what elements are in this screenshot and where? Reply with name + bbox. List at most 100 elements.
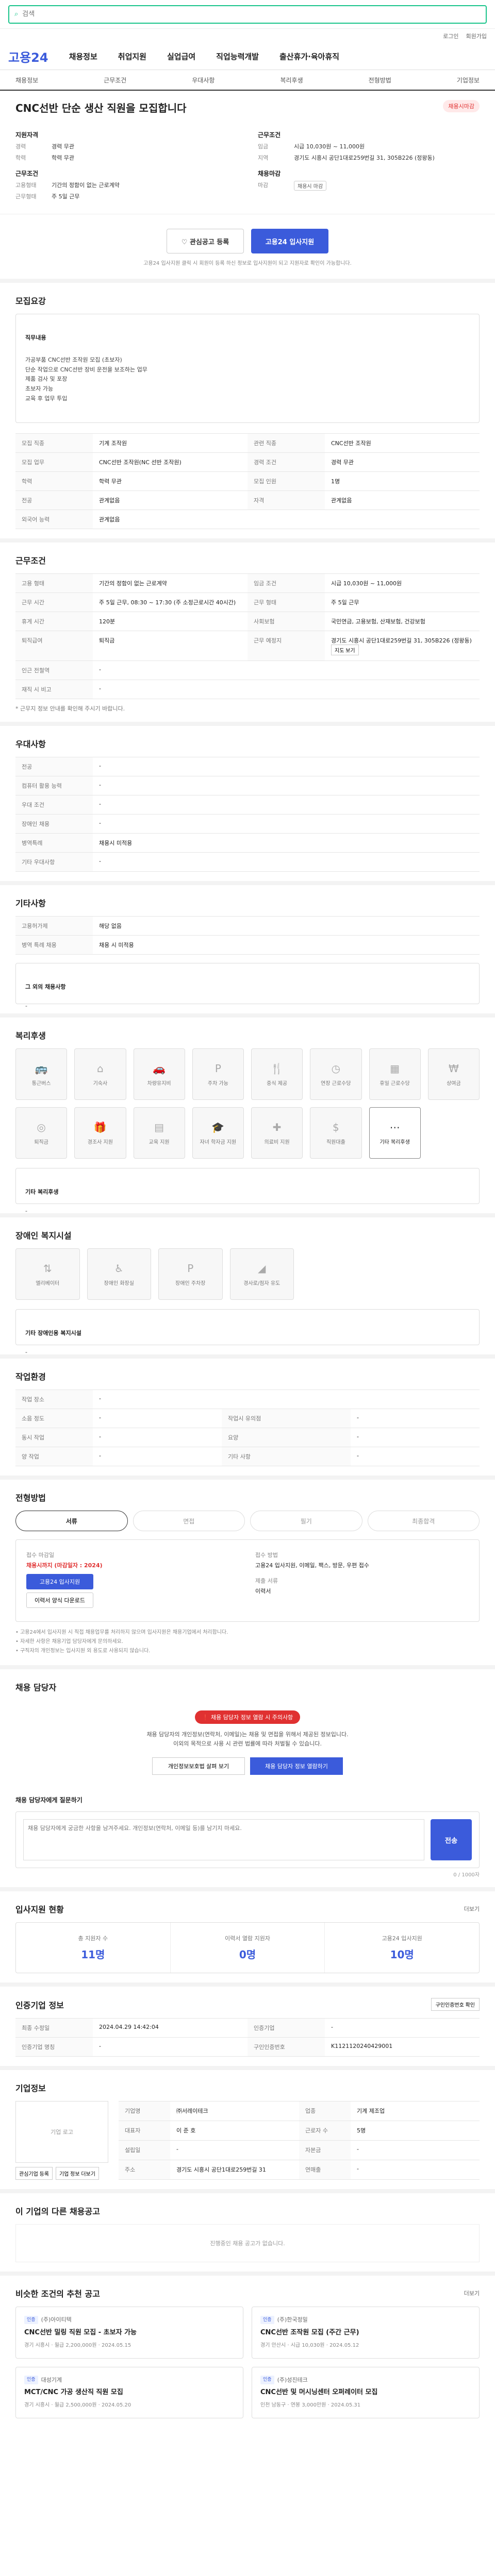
view-contact-button[interactable]: 채용 담당자 정보 열람하기 <box>250 1757 343 1775</box>
login-link[interactable]: 로그인 <box>443 32 458 40</box>
card-location: 경기 시흥시 <box>24 2402 50 2408</box>
method-value: 고용24 입사지원, 이메일, 팩스, 방문, 우편 접수 <box>255 1562 370 1569</box>
card-title: CNC선반 조작원 모집 (주간 근무) <box>260 2328 359 2336</box>
signup-link[interactable]: 회원가입 <box>466 32 487 40</box>
resume-download-button[interactable]: 이력서 양식 다운로드 <box>26 1592 93 1608</box>
search-input[interactable] <box>22 10 481 18</box>
job-card[interactable]: 인증 (주)아이티텍 CNC선반 밀링 직원 모집 - 초보자 가능 경기 시흥시… <box>15 2307 243 2359</box>
summary-row: 마감 채용시 마감 <box>258 181 480 191</box>
cell-head: 고용 형태 <box>15 573 93 594</box>
tab-benefit[interactable]: 복리후생 <box>280 76 303 84</box>
process-title: 전형방법 <box>15 1493 46 1503</box>
tab-recruit[interactable]: 채용정보 <box>15 76 38 84</box>
table-row: 주소 경기도 시흥시 공단1대로259번길 31 연매출 - <box>119 2160 480 2180</box>
cell: - <box>93 1447 222 1467</box>
card-company: (주)아이티텍 <box>41 2316 72 2324</box>
card-location: 경기 시흥시 <box>24 2342 50 2348</box>
cell: 경력 무관 <box>325 452 480 472</box>
cell: 국민연금, 고용보험, 산재보험, 건강보험 <box>325 612 480 632</box>
warning-pill-text: 채용 담당자 정보 열람 시 주의사항 <box>211 1714 293 1721</box>
gnb-menu-4[interactable]: 직업능력개발 <box>216 51 259 62</box>
facility-item: P 장애인 주차장 <box>158 1248 223 1300</box>
card-title: MCT/CNC 가공 생산직 직원 모집 <box>24 2388 123 2397</box>
facility-label: 경사로/점자 유도 <box>243 1280 280 1286</box>
card-date: 2024.05.12 <box>329 2342 359 2348</box>
search-box[interactable]: ⌕ <box>8 5 487 24</box>
step-interview: 면접 <box>133 1511 245 1532</box>
step-document: 서류 <box>15 1511 128 1532</box>
page-footer <box>0 2428 495 2459</box>
bus-icon: 🚌 <box>35 1062 48 1075</box>
benefit-item: ▦ 휴일 근로수당 <box>369 1048 421 1100</box>
gnb-menu-5[interactable]: 출산휴가·육아휴직 <box>279 51 339 62</box>
info-header: 인증기업 정보 구인인증번호 확인 <box>15 1998 480 2011</box>
cell: - <box>93 814 480 834</box>
etc-table: 고용허가제 해당 없음 병역 특례 채용 채용 시 미적용 <box>15 916 480 955</box>
toilet-icon: ♿ <box>114 1262 124 1275</box>
cell-head: 장애인 채용 <box>15 814 93 834</box>
benefit-title: 복리후생 <box>15 1031 46 1041</box>
company-more-button[interactable]: 기업 정보 더보기 <box>55 2167 99 2180</box>
benefit-grid: 🚌 통근버스 ⌂ 기숙사 🚗 차량유지비 P 주차 가능 🍴 중식 제공 ◷ 연장 근로수당… <box>15 1048 480 1159</box>
parking-icon: P <box>187 1262 194 1275</box>
card-badge: 인증 <box>260 2315 274 2325</box>
similar-title: 비슷한 조건의 추천 공고 <box>15 2289 100 2299</box>
table-row: 기업명 ㈜서레이테크 업종 기계 제조업 <box>119 2101 480 2122</box>
job-card[interactable]: 인증 (주)한국정밀 CNC선반 조작원 모집 (주간 근무) 경기 안산시 · … <box>252 2307 480 2359</box>
benefit-item: 🎁 경조사 지원 <box>74 1107 126 1159</box>
apply-button[interactable]: 고용24 입사지원 <box>251 229 328 253</box>
util-links: 로그인 회원가입 <box>0 29 495 43</box>
cell-head: 구인인증번호 <box>248 2037 325 2057</box>
tab-process[interactable]: 전형방법 <box>369 76 391 84</box>
cell-head: 사회보험 <box>248 612 325 632</box>
table-row: 전공 - <box>15 757 480 777</box>
parking-icon: P <box>214 1062 221 1075</box>
table-row: 기타 우대사항 - <box>15 852 480 872</box>
qa-submit-button[interactable]: 전송 <box>431 1819 472 1861</box>
cell: - <box>93 680 480 700</box>
tab-company[interactable]: 기업정보 <box>457 76 480 84</box>
favorite-company-button[interactable]: 관심기업 등록 <box>15 2167 53 2180</box>
cell: 5명 <box>351 2121 480 2141</box>
card-company: (주)성진테크 <box>277 2376 308 2383</box>
card-meta: 인천 남동구 · 연봉 3,000만원 · 2024.05.31 <box>260 2402 361 2408</box>
tab-prefer[interactable]: 우대사항 <box>192 76 214 84</box>
cell: 이 준 호 <box>170 2121 299 2141</box>
role-text: 가공부품 CNC선반 조작원 모집 (초보자) 단순 작업으로 CNC선반 장비… <box>25 357 147 402</box>
qa-textarea[interactable] <box>23 1819 424 1861</box>
cell-head: 업종 <box>299 2101 351 2122</box>
summary-left2-title: 근무조건 <box>15 170 39 177</box>
warning-text: 채용 담당자의 개인정보(연락처, 이메일)는 채용 및 면접을 위해서 제공된… <box>146 1731 349 1748</box>
table-row: 재직 시 비고 - <box>15 680 480 700</box>
cell: 시급 10,030원 ~ 11,000원 <box>325 573 480 594</box>
benefit-label: 경조사 지원 <box>87 1139 113 1145</box>
gnb-menu-2[interactable]: 취업지원 <box>118 51 146 62</box>
qa-counter: 0 / 1000자 <box>453 1872 480 1878</box>
gnb-menu-3[interactable]: 실업급여 <box>167 51 195 62</box>
summary-value: 경기도 시흥시 공단1대로259번길 31, 305B226 (정왕동) <box>294 155 435 161</box>
scrap-button[interactable]: ♡ 관심공고 등록 <box>167 229 244 253</box>
stats-more-link[interactable]: 더보기 <box>464 1905 480 1913</box>
similar-more-link[interactable]: 더보기 <box>464 2289 480 2297</box>
same-title: 이 기업의 다른 채용공고 <box>15 2207 100 2217</box>
apply-online-button[interactable]: 고용24 입사지원 <box>26 1573 93 1589</box>
cell-head: 재직 시 비고 <box>15 680 93 700</box>
benefit-other-box: 기타 복리후생 - <box>15 1168 480 1214</box>
site-logo[interactable]: 고용24 <box>8 47 48 65</box>
prefer-section: 우대사항 전공 - 컴퓨터 활용 능력 - 우대 조건 - 장애인 채용 - 병역특례 채… <box>0 726 495 886</box>
cell-head: 양 작업 <box>15 1447 93 1467</box>
privacy-law-button[interactable]: 개인정보보호법 살펴 보기 <box>152 1757 245 1775</box>
work-table: 고용 형태 기간의 정함이 없는 근로계약 임금 조건 시급 10,030원 ~ 11… <box>15 573 480 700</box>
cert-check-button[interactable]: 구인인증번호 확인 <box>431 1998 480 2011</box>
job-card[interactable]: 인증 대성기계 MCT/CNC 가공 생산직 직원 모집 경기 시흥시 · 월급 … <box>15 2366 243 2418</box>
medical-icon: ✚ <box>272 1121 282 1133</box>
role-title: 직무내용 <box>25 334 46 341</box>
map-button[interactable]: 지도 보기 <box>331 645 359 656</box>
job-card[interactable]: 인증 (주)성진테크 CNC선반 및 머시닝센터 오퍼레이터 모집 인천 남동구 … <box>252 2366 480 2418</box>
cell: - <box>351 2160 480 2180</box>
tab-conditions[interactable]: 근무조건 <box>104 76 126 84</box>
summary-value: 경력 무관 <box>52 143 74 150</box>
card-meta: 경기 시흥시 · 월급 2,200,000원 · 2024.05.15 <box>24 2342 131 2348</box>
stat-label: 고용24 입사지원 <box>382 1935 422 1942</box>
gnb-menu-1[interactable]: 채용정보 <box>69 51 97 62</box>
